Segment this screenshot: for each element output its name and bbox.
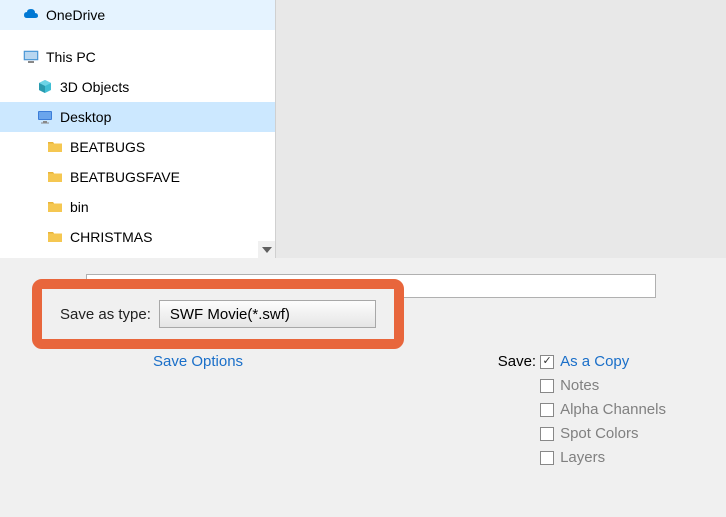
folder-icon xyxy=(46,168,64,186)
tree-item-folder[interactable]: CHRISTMAS xyxy=(0,222,275,252)
tree-label: BEATBUGSFAVE xyxy=(70,169,180,185)
checkbox-layers[interactable] xyxy=(540,451,554,465)
checkbox-label: As a Copy xyxy=(560,353,629,370)
3d-icon xyxy=(36,78,54,96)
tree-label: 3D Objects xyxy=(60,79,129,95)
checkbox-alpha[interactable] xyxy=(540,403,554,417)
save-panel: Save as type: SWF Movie(*.swf) Save Opti… xyxy=(0,258,726,517)
folder-icon xyxy=(46,138,64,156)
checkbox-label: Spot Colors xyxy=(560,425,638,442)
save-as-type-label: Save as type: xyxy=(60,306,151,323)
tree-label: CHRISTMAS xyxy=(70,229,152,245)
save-checkboxes: Save: As a Copy Notes Alpha Channels Spo… xyxy=(498,353,666,466)
tree-item-desktop[interactable]: Desktop xyxy=(0,102,275,132)
tree-label: OneDrive xyxy=(46,7,105,23)
save-options-link[interactable]: Save Options xyxy=(153,353,243,370)
tree-item-onedrive[interactable]: OneDrive xyxy=(0,0,275,30)
checkbox-label: Notes xyxy=(560,377,599,394)
tree-label: BEATBUGS xyxy=(70,139,145,155)
checkbox-label: Alpha Channels xyxy=(560,401,666,418)
save-as-type-highlight: Save as type: SWF Movie(*.swf) xyxy=(32,279,404,349)
tree-label: bin xyxy=(70,199,89,215)
monitor-icon xyxy=(36,108,54,126)
tree-item-folder[interactable]: bin xyxy=(0,192,275,222)
checkbox-notes[interactable] xyxy=(540,379,554,393)
pc-icon xyxy=(22,48,40,66)
tree-label: This PC xyxy=(46,49,96,65)
file-list-area xyxy=(275,0,726,258)
folder-icon xyxy=(46,198,64,216)
tree-label: Desktop xyxy=(60,109,111,125)
checkbox-spotcolors[interactable] xyxy=(540,427,554,441)
folder-tree: OneDrive This PC 3D Objects Desktop BEA xyxy=(0,0,275,258)
scroll-down-button[interactable] xyxy=(258,241,275,258)
tree-item-folder[interactable]: BEATBUGSFAVE xyxy=(0,162,275,192)
tree-item-folder[interactable]: BEATBUGS xyxy=(0,132,275,162)
save-label: Save: xyxy=(498,353,536,466)
folder-icon xyxy=(46,228,64,246)
tree-item-thispc[interactable]: This PC xyxy=(0,42,275,72)
save-as-type-value: SWF Movie(*.swf) xyxy=(170,306,290,323)
checkbox-asacopy[interactable] xyxy=(540,355,554,369)
save-as-type-dropdown[interactable]: SWF Movie(*.swf) xyxy=(159,300,376,328)
tree-item-3dobjects[interactable]: 3D Objects xyxy=(0,72,275,102)
cloud-icon xyxy=(22,6,40,24)
checkbox-label: Layers xyxy=(560,449,605,466)
